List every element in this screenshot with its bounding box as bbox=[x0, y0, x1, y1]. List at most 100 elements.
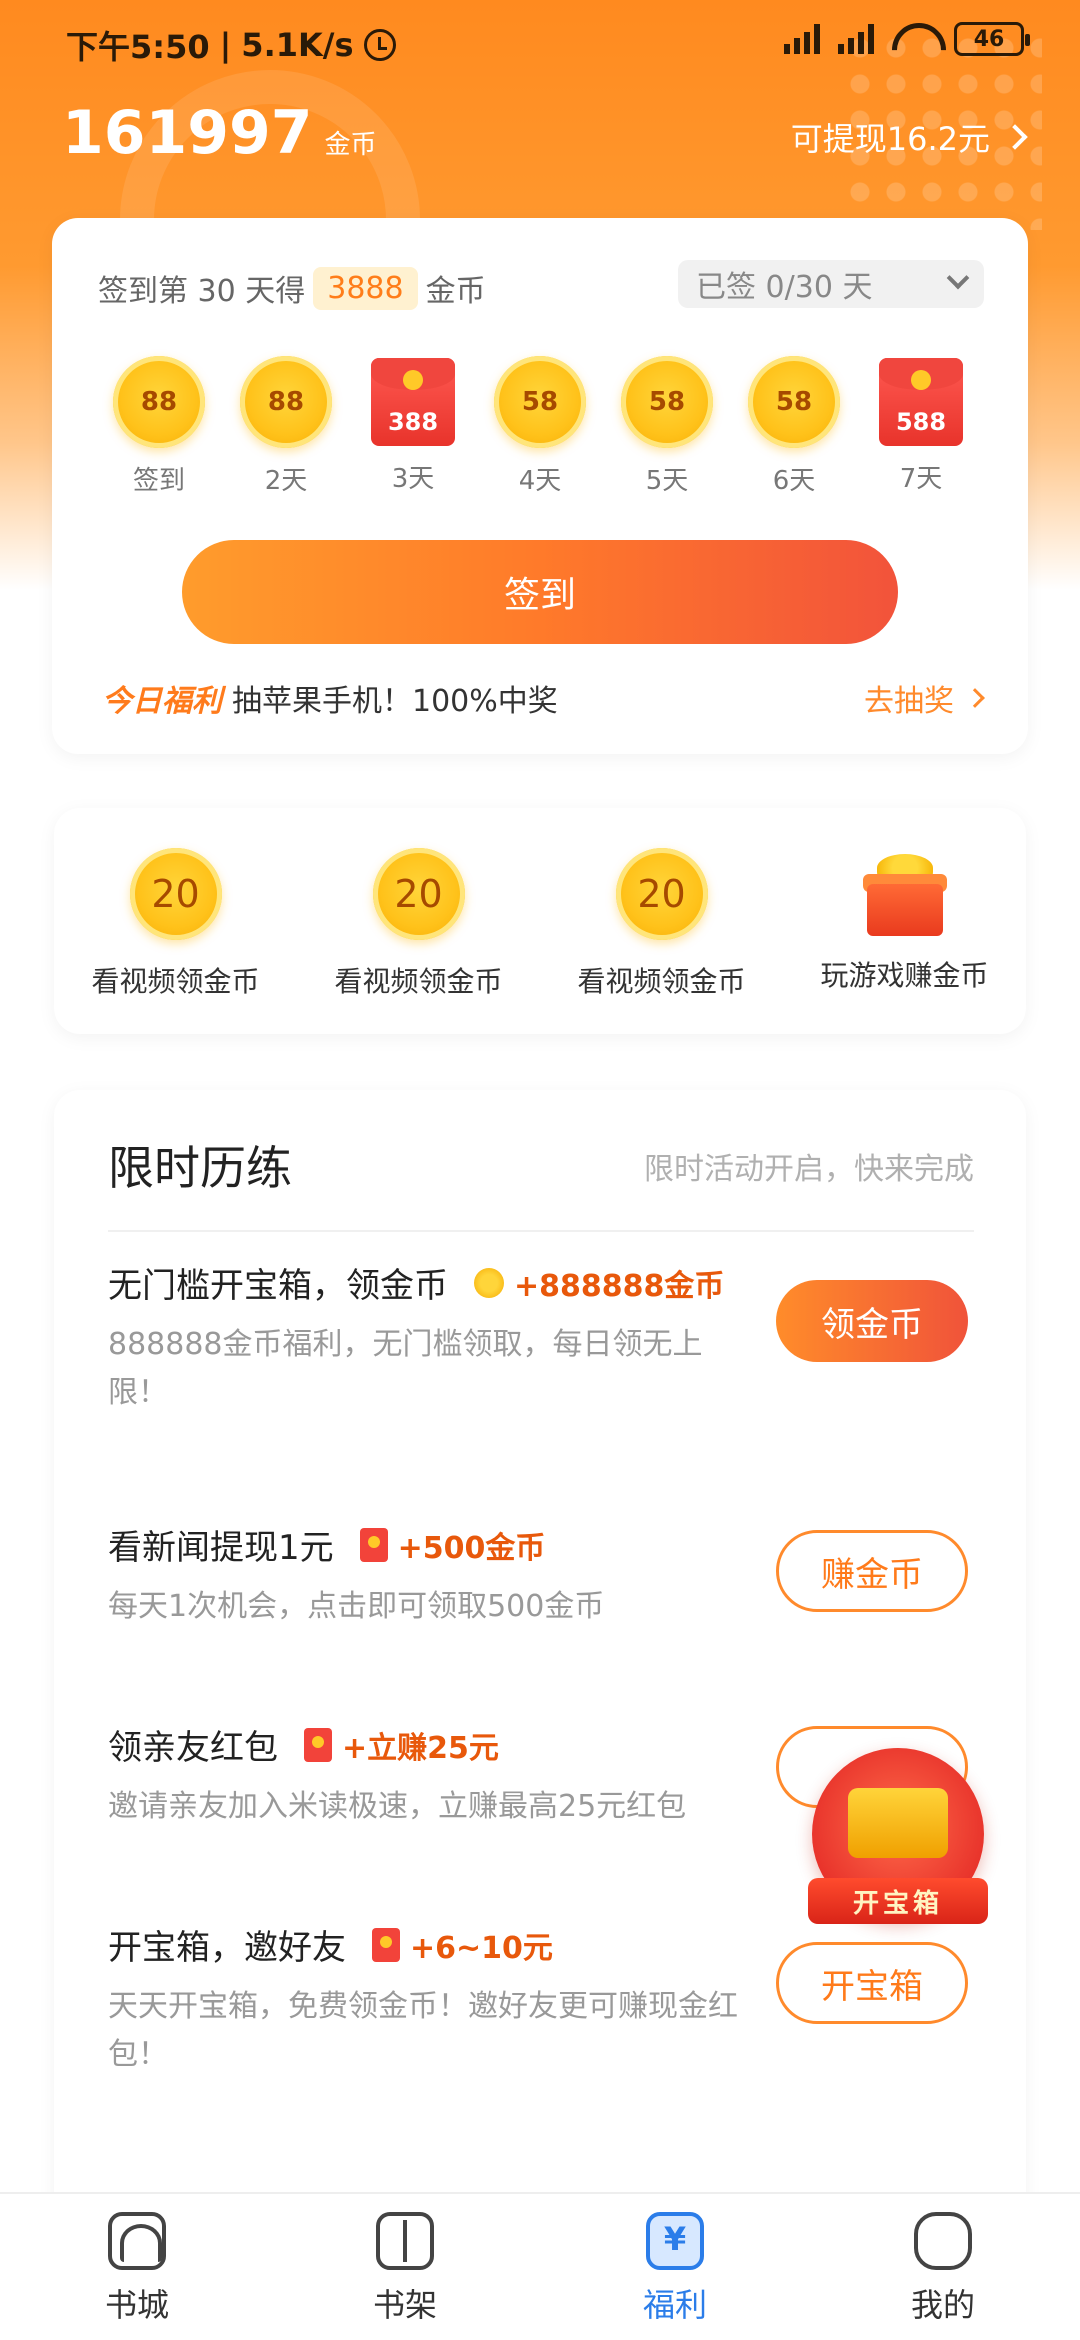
nav-bookshelf[interactable]: 书架 bbox=[270, 2212, 540, 2326]
quick-task-label: 看视频领金币 bbox=[577, 965, 746, 998]
floating-chest-label: 开宝箱 bbox=[808, 1878, 988, 1924]
coin-icon: 58 bbox=[748, 356, 840, 448]
floating-treasure-chest[interactable]: 开宝箱 bbox=[808, 1748, 988, 1924]
claim-coins-button[interactable]: 领金币 bbox=[776, 1280, 968, 1362]
task-reward: +6~10元 bbox=[410, 1930, 553, 1966]
coin-icon: 20 bbox=[372, 848, 465, 940]
checkin-day-label: 3天 bbox=[391, 464, 435, 494]
task-description: 天天开宝箱，免费领金币！邀好友更可赚现金红包！ bbox=[108, 1989, 738, 2072]
quick-tasks-card: 20 看视频领金币 20 看视频领金币 20 看视频领金币 玩游戏赚金币 bbox=[54, 808, 1026, 1034]
wifi-icon bbox=[892, 23, 936, 55]
status-bar: 下午5:50 | 5.1K/s 46 bbox=[0, 0, 1080, 86]
checkin-card: 签到第 30 天得 3888 金币 已签 0/30 天 88 签到 88 2天 … bbox=[52, 218, 1028, 754]
signal-icon bbox=[784, 24, 820, 54]
checkin-day-label: 7天 bbox=[899, 464, 943, 494]
status-separator: | bbox=[219, 26, 232, 64]
coin-icon: 58 bbox=[494, 356, 586, 448]
withdraw-link[interactable]: 可提现16.2元 bbox=[790, 114, 1028, 160]
checkin-day-6[interactable]: 58 6天 bbox=[739, 356, 849, 497]
checkin-day-label: 5天 bbox=[645, 466, 689, 496]
signal-hd-icon bbox=[838, 24, 874, 54]
nav-label: 书架 bbox=[372, 2286, 437, 2324]
earn-coins-button[interactable]: 赚金币 bbox=[776, 1530, 968, 1612]
today-welfare-row[interactable]: 今日福利 抽苹果手机！100%中奖 去抽奖 bbox=[102, 676, 985, 720]
red-envelope-icon bbox=[359, 1527, 388, 1562]
chevron-right-icon bbox=[965, 688, 985, 708]
checkin-day-7[interactable]: 588 7天 bbox=[866, 356, 976, 495]
checkin-day-label: 签到 bbox=[132, 466, 185, 496]
nav-profile[interactable]: 我的 bbox=[808, 2212, 1078, 2326]
quick-task-label: 看视频领金币 bbox=[334, 965, 503, 998]
chevron-right-icon bbox=[1002, 124, 1028, 150]
nav-welfare[interactable]: 福利 bbox=[540, 2212, 810, 2326]
limited-tasks-card: 限时历练 限时活动开启，快来完成 无门槛开宝箱，领金币 +888888金币 88… bbox=[54, 1090, 1026, 2340]
quick-task-video-1[interactable]: 20 看视频领金币 bbox=[54, 848, 297, 1000]
coin-icon: 20 bbox=[615, 848, 708, 940]
nav-label: 福利 bbox=[642, 2286, 707, 2324]
coin-balance: 161997 金币 bbox=[62, 98, 377, 168]
alarm-icon bbox=[363, 29, 396, 61]
section-subtitle: 限时活动开启，快来完成 bbox=[644, 1152, 974, 1187]
coin-icon: 58 bbox=[621, 356, 713, 448]
task-title: 无门槛开宝箱，领金币 bbox=[108, 1266, 448, 1306]
coin-unit: 金币 bbox=[324, 130, 377, 160]
withdraw-label: 可提现16.2元 bbox=[790, 120, 990, 158]
task-title: 领亲友红包 bbox=[108, 1728, 278, 1768]
task-title: 开宝箱，邀好友 bbox=[108, 1928, 346, 1968]
task-description: 888888金币福利，无门槛领取，每日领无上限！ bbox=[108, 1327, 703, 1410]
bookstore-icon bbox=[108, 2212, 166, 2270]
quick-task-video-2[interactable]: 20 看视频领金币 bbox=[297, 848, 540, 1000]
checkin-button[interactable]: 签到 bbox=[182, 540, 898, 644]
checkin-status-label: 已签 0/30 天 bbox=[696, 270, 873, 305]
task-item-open-chest: 无门槛开宝箱，领金币 +888888金币 888888金币福利，无门槛领取，每日… bbox=[108, 1258, 988, 1417]
coin-icon: 88 bbox=[240, 356, 332, 448]
checkin-day-2[interactable]: 88 2天 bbox=[231, 356, 341, 497]
checkin-status-dropdown[interactable]: 已签 0/30 天 bbox=[678, 260, 984, 308]
task-item-news: 看新闻提现1元 +500金币 每天1次机会，点击即可领取500金币 赚金币 bbox=[108, 1520, 988, 1631]
divider bbox=[108, 1230, 974, 1232]
today-welfare-text: 抽苹果手机！100%中奖 bbox=[232, 684, 558, 719]
checkin-title: 签到第 30 天得 3888 金币 bbox=[98, 266, 486, 310]
checkin-day-label: 6天 bbox=[772, 466, 816, 496]
red-envelope-icon: 388 bbox=[371, 358, 455, 446]
coin-icon bbox=[474, 1267, 504, 1298]
welfare-icon bbox=[646, 2212, 704, 2270]
lottery-link-label: 去抽奖 bbox=[864, 684, 954, 719]
nav-bookstore[interactable]: 书城 bbox=[2, 2212, 272, 2326]
checkin-day-5[interactable]: 58 5天 bbox=[612, 356, 722, 497]
coin-icon: 88 bbox=[113, 356, 205, 448]
checkin-day-3[interactable]: 388 3天 bbox=[358, 356, 468, 495]
chevron-down-icon bbox=[946, 266, 970, 290]
battery-icon: 46 bbox=[954, 22, 1030, 56]
checkin-title-prefix: 签到第 30 天得 bbox=[98, 274, 306, 309]
coin-icon: 20 bbox=[129, 848, 222, 940]
checkin-title-suffix: 金币 bbox=[425, 274, 486, 309]
red-envelope-icon: 588 bbox=[879, 358, 963, 446]
task-description: 邀请亲友加入米读极速，立赚最高25元红包 bbox=[108, 1789, 687, 1824]
checkin-day-4[interactable]: 58 4天 bbox=[485, 356, 595, 497]
task-item-chest-invite: 开宝箱，邀好友 +6~10元 天天开宝箱，免费领金币！邀好友更可赚现金红包！ 开… bbox=[108, 1920, 988, 2079]
status-time: 下午5:50 bbox=[66, 28, 210, 66]
lottery-link[interactable]: 去抽奖 bbox=[864, 676, 985, 720]
red-envelope-icon bbox=[372, 1927, 400, 1962]
gift-box-icon bbox=[862, 854, 947, 936]
red-envelope-icon bbox=[304, 1727, 332, 1762]
checkin-title-amount: 3888 bbox=[313, 266, 418, 310]
task-description: 每天1次机会，点击即可领取500金币 bbox=[108, 1589, 605, 1624]
bottom-nav: 书城 书架 福利 我的 bbox=[0, 2192, 1080, 2340]
status-speed: 5.1K/s bbox=[241, 26, 354, 64]
task-title: 看新闻提现1元 bbox=[108, 1528, 334, 1568]
nav-label: 书城 bbox=[104, 2286, 169, 2324]
nav-label: 我的 bbox=[910, 2286, 975, 2324]
coin-count: 161997 bbox=[62, 98, 313, 168]
task-reward: +888888金币 bbox=[514, 1268, 725, 1304]
quick-task-video-3[interactable]: 20 看视频领金币 bbox=[540, 848, 783, 1000]
open-chest-button[interactable]: 开宝箱 bbox=[776, 1942, 968, 2024]
quick-task-game[interactable]: 玩游戏赚金币 bbox=[783, 848, 1026, 994]
bookshelf-icon bbox=[376, 2212, 434, 2270]
section-title: 限时历练 bbox=[108, 1141, 292, 1195]
task-reward: +立赚25元 bbox=[342, 1730, 499, 1766]
quick-task-label: 看视频领金币 bbox=[91, 965, 260, 998]
quick-task-label: 玩游戏赚金币 bbox=[820, 959, 989, 992]
checkin-day-1[interactable]: 88 签到 bbox=[104, 356, 214, 497]
